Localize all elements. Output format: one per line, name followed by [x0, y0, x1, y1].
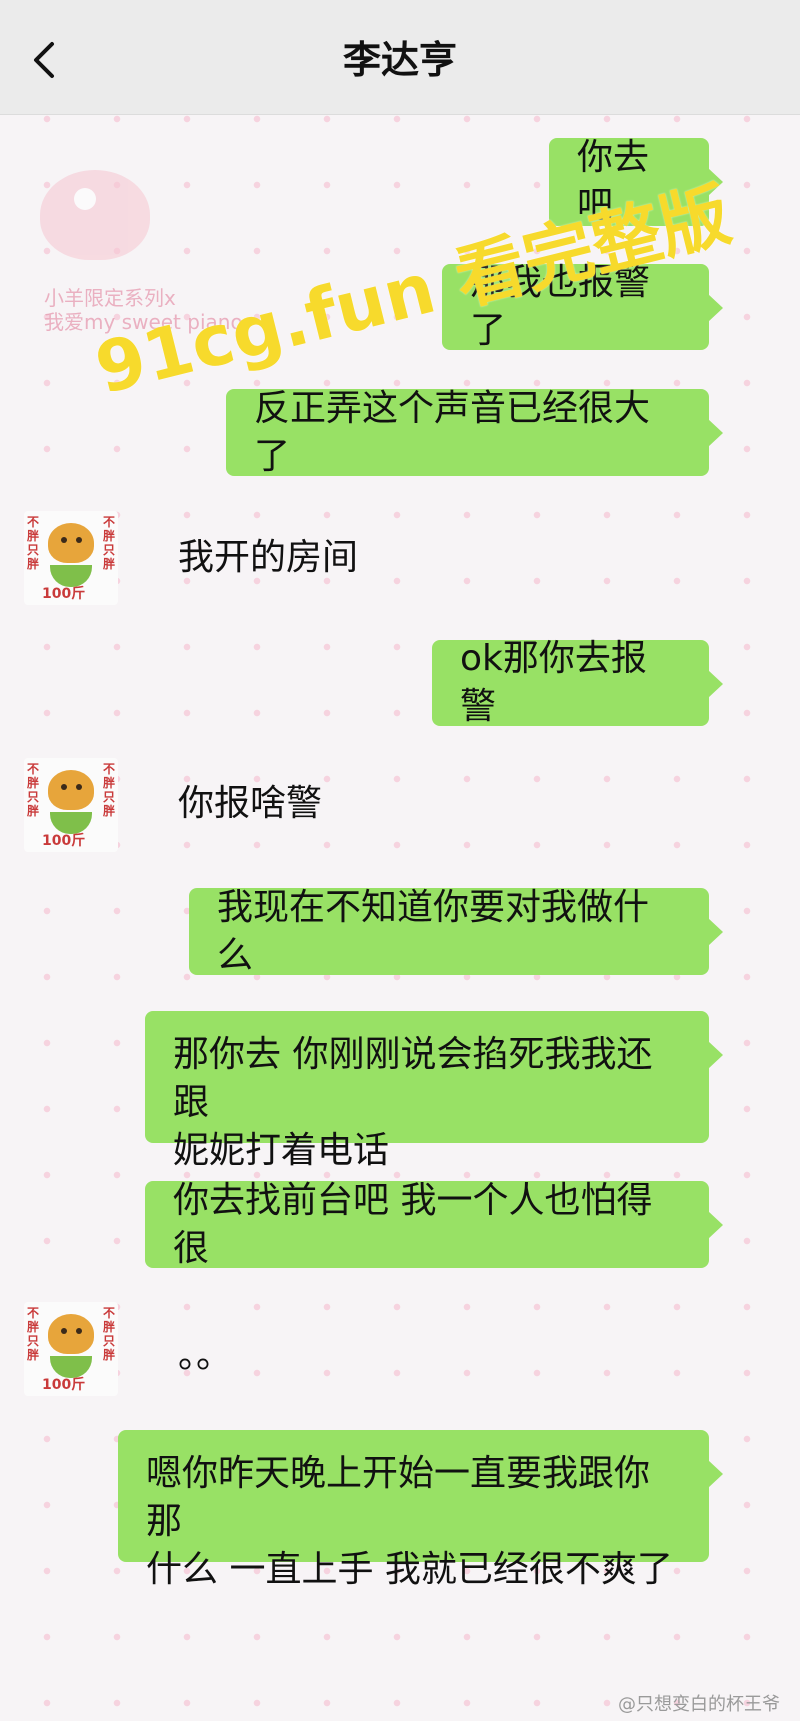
message-text: 反正弄这个声音已经很大了 [254, 387, 651, 477]
bear-face-icon [48, 770, 94, 810]
bear-eye [61, 1328, 67, 1334]
bear-eye [76, 1328, 82, 1334]
message-bubble-outgoing[interactable]: 你去找前台吧 我一个人也怕得很 [145, 1180, 723, 1269]
contact-avatar[interactable]: 不胖只胖 不胖只胖 100斤 [24, 758, 118, 852]
avatar-side-text-right: 不胖只胖 [102, 515, 115, 571]
message-text: 你去找前台吧 我一个人也怕得很 [173, 1179, 653, 1269]
avatar-number: 100斤 [42, 833, 86, 849]
message-text-line: 那你去 你刚刚说会掐死我我还跟 [173, 1034, 653, 1123]
message-text-line: 什么 一直上手 我就已经很不爽了 [146, 1549, 673, 1590]
message-text-line: 妮妮打着电话 [173, 1130, 390, 1171]
message-incoming[interactable]: 。。 [178, 1332, 232, 1380]
avatar-side-text-right: 不胖只胖 [102, 1306, 115, 1362]
avatar-side-text-left: 不胖只胖 [26, 762, 39, 818]
source-watermark: @只想变白的杯王爷 [618, 1694, 780, 1715]
bear-face-icon [48, 1314, 94, 1354]
message-bubble-outgoing[interactable]: ok那你去报警 [432, 638, 723, 727]
background-sticker [40, 170, 150, 260]
avatar-side-text-left: 不胖只胖 [26, 1306, 39, 1362]
flower-icon [74, 188, 96, 210]
avatar-number: 100斤 [42, 586, 86, 602]
message-bubble-outgoing[interactable]: 反正弄这个声音已经很大了 [226, 388, 723, 477]
message-incoming[interactable]: 你报啥警 [178, 780, 322, 828]
chat-title: 李达亨 [342, 38, 457, 82]
message-text-line: 嗯你昨天晚上开始一直要我跟你那 [146, 1453, 651, 1542]
avatar-side-text-left: 不胖只胖 [26, 515, 39, 571]
chat-header: 李达亨 [0, 0, 800, 115]
chevron-left-icon[interactable] [26, 38, 66, 82]
message-bubble-outgoing[interactable]: 那你去 你刚刚说会掐死我我还跟 妮妮打着电话 [145, 1011, 723, 1171]
avatar-number: 100斤 [42, 1377, 86, 1393]
message-bubble-outgoing[interactable]: 我现在不知道你要对我做什么 [189, 887, 723, 976]
contact-avatar[interactable]: 不胖只胖 不胖只胖 100斤 [24, 511, 118, 605]
message-incoming[interactable]: 我开的房间 [178, 534, 358, 582]
message-text: ok那你去报警 [460, 638, 647, 727]
contact-avatar[interactable]: 不胖只胖 不胖只胖 100斤 [24, 1302, 118, 1396]
message-text: 我现在不知道你要对我做什么 [217, 886, 650, 976]
bear-eye [61, 537, 67, 543]
bear-eye [61, 784, 67, 790]
bear-eye [76, 784, 82, 790]
bear-eye [76, 537, 82, 543]
avatar-side-text-right: 不胖只胖 [102, 762, 115, 818]
message-bubble-outgoing[interactable]: 嗯你昨天晚上开始一直要我跟你那 什么 一直上手 我就已经很不爽了 [118, 1430, 723, 1590]
bear-face-icon [48, 523, 94, 563]
